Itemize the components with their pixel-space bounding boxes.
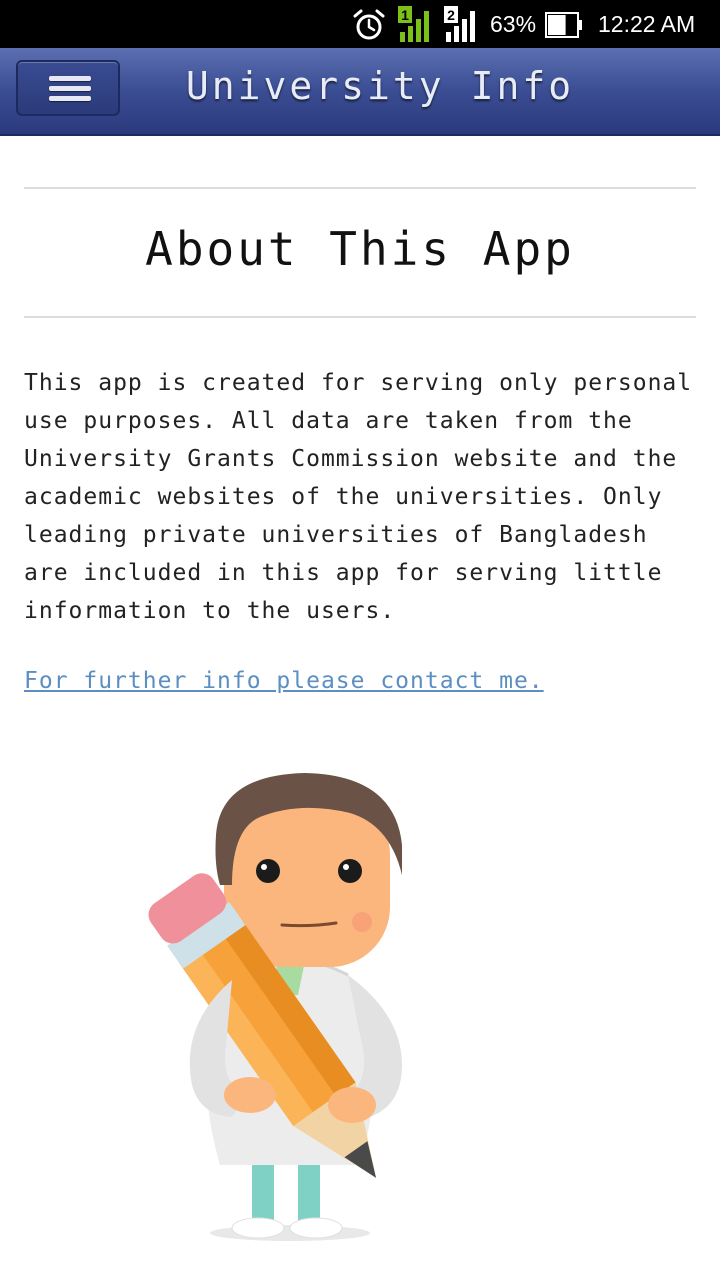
man-with-pencil-illustration bbox=[148, 773, 402, 1241]
divider-top bbox=[24, 187, 696, 189]
sim1-signal-icon: 1 bbox=[398, 6, 429, 42]
page-title: About This App bbox=[145, 222, 575, 276]
status-bar: 1 2 63% 12:22 AM bbox=[0, 0, 720, 48]
contact-link[interactable]: For further info please contact me. bbox=[24, 662, 544, 700]
header-title: University Info bbox=[185, 64, 575, 108]
sim2-signal-icon: 2 bbox=[444, 6, 475, 42]
menu-button[interactable] bbox=[16, 60, 120, 116]
sim1-label: 1 bbox=[401, 7, 409, 23]
hamburger-icon bbox=[49, 96, 91, 101]
app-header: University Info bbox=[0, 48, 720, 136]
hamburger-icon bbox=[49, 76, 91, 81]
clock: 12:22 AM bbox=[598, 11, 696, 37]
battery-icon bbox=[545, 12, 582, 38]
divider-bottom bbox=[24, 316, 696, 318]
sim2-label: 2 bbox=[447, 7, 455, 23]
hamburger-icon bbox=[49, 86, 91, 91]
battery-percent: 63% bbox=[490, 11, 537, 37]
alarm-clock-icon bbox=[353, 9, 385, 40]
about-description: This app is created for serving only per… bbox=[24, 370, 693, 624]
